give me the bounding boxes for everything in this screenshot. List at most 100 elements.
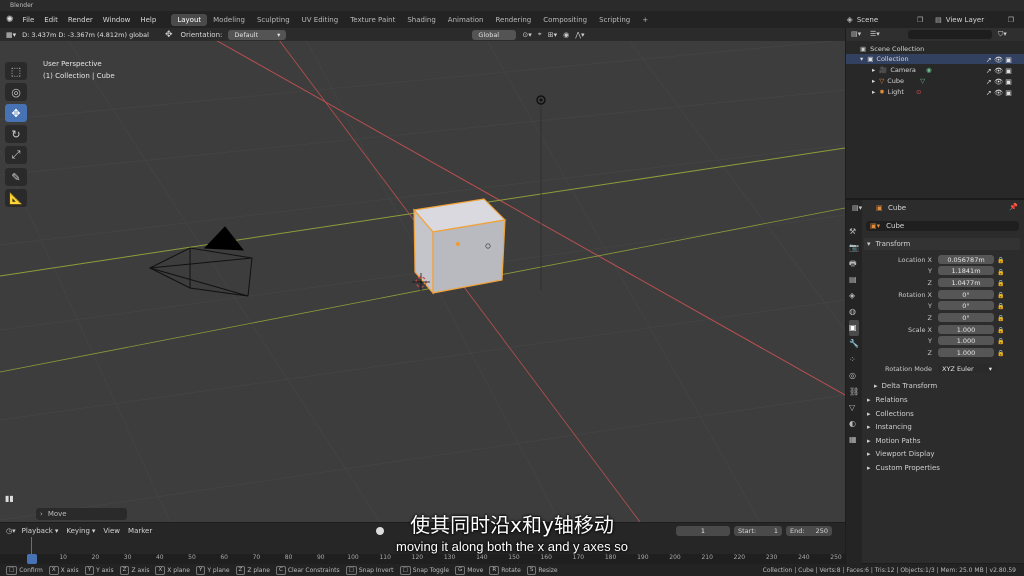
move-tool[interactable]: ✥ (5, 104, 27, 122)
display-mode-icon[interactable]: ▤▾ (851, 30, 861, 38)
new-view-layer-icon[interactable]: ❐ (1008, 16, 1014, 24)
camera-object[interactable] (148, 226, 253, 297)
menu-render[interactable]: Render (63, 16, 98, 24)
filter-icon[interactable]: ⛉▾ (998, 30, 1007, 39)
texture-tab-icon[interactable]: ▦ (849, 432, 859, 448)
constraints-tab-icon[interactable]: ⛓ (849, 384, 859, 400)
outliner-search-input[interactable] (908, 30, 992, 39)
output-tab-icon[interactable]: 🖶 (849, 256, 859, 272)
scene-tab-icon[interactable]: ◈ (849, 288, 859, 304)
snap-settings-icon[interactable]: ⊞▾ (548, 31, 557, 39)
viewport-display-panel[interactable]: ▸ Viewport Display (864, 448, 1020, 460)
restrict-select-icon[interactable]: ➚ 👁 ▣ (986, 88, 1012, 99)
object-name-field[interactable]: ▣▾ Cube (866, 221, 1019, 231)
lock-icon[interactable]: 🔒 (997, 336, 1004, 348)
blender-logo-icon[interactable]: ✺ (0, 15, 18, 25)
light-object[interactable] (536, 95, 546, 290)
collections-panel[interactable]: ▸ Collections (864, 408, 1020, 420)
location-z-field[interactable]: 1.0477m (938, 278, 994, 287)
location-x-field[interactable]: 0.056787m (938, 255, 994, 264)
delta-transform-panel[interactable]: ▸ Delta Transform (874, 380, 1020, 392)
tab-layout[interactable]: Layout (171, 13, 208, 26)
motion-paths-panel[interactable]: ▸ Motion Paths (864, 435, 1020, 447)
lock-icon[interactable]: 🔒 (997, 313, 1004, 325)
outliner-collection[interactable]: ▾ ▣ Collection (860, 55, 909, 63)
lock-icon[interactable]: 🔒 (997, 278, 1004, 290)
lock-column[interactable]: 🔒 🔒 🔒 🔒 🔒 🔒 🔒 🔒 🔒 (997, 255, 1004, 359)
add-workspace-button[interactable]: + (636, 14, 654, 26)
pin-icon[interactable]: 📌 (1009, 203, 1018, 211)
custom-properties-panel[interactable]: ▸ Custom Properties (864, 462, 1020, 474)
physics-tab-icon[interactable]: ◎ (849, 368, 859, 384)
world-tab-icon[interactable]: ◍ (849, 304, 859, 320)
transform-orientation-dropdown[interactable]: Global (472, 29, 517, 40)
snap-icon[interactable]: ⌖ (538, 30, 542, 39)
rotation-y-field[interactable]: 0° (938, 301, 994, 310)
view-layer-selector[interactable]: View Layer (946, 16, 1008, 24)
pivot-point-icon[interactable]: ⊙▾ (522, 31, 531, 39)
menu-window[interactable]: Window (98, 16, 136, 24)
measure-tool[interactable]: 📐 (5, 189, 27, 207)
lock-icon[interactable]: 🔒 (997, 290, 1004, 302)
tab-sculpting[interactable]: Sculpting (251, 14, 296, 26)
scale-x-field[interactable]: 1.000 (938, 325, 994, 334)
outliner-visibility-column[interactable]: ➚ 👁 ▣ ➚ 👁 ▣ ➚ 👁 ▣ ➚ 👁 ▣ (986, 55, 1012, 99)
instancing-panel[interactable]: ▸ Instancing (864, 421, 1020, 433)
lock-icon[interactable]: 🔒 (997, 301, 1004, 313)
outliner-scene-collection[interactable]: ▣ Scene Collection (860, 45, 924, 53)
lock-icon[interactable]: 🔒 (997, 325, 1004, 337)
relations-panel[interactable]: ▸ Relations (864, 394, 1020, 406)
tab-compositing[interactable]: Compositing (537, 14, 593, 26)
properties-tabs[interactable]: ⚒ 📷 🖶 ▤ ◈ ◍ ▣ 🔧 ⁘ ◎ ⛓ ▽ ◐ ▦ (849, 224, 860, 448)
lock-icon[interactable]: 🔒 (997, 255, 1004, 267)
3d-viewport[interactable]: User Perspective (1) Collection | Cube ⬚… (0, 28, 845, 522)
cube-object[interactable] (412, 198, 507, 295)
object-tab-icon[interactable]: ▣ (849, 320, 860, 336)
view-layer-icon[interactable]: ▤ (935, 16, 942, 24)
scale-tool[interactable]: ⤢ (5, 146, 27, 164)
tab-animation[interactable]: Animation (442, 14, 490, 26)
restrict-select-icon[interactable]: ➚ 👁 ▣ (986, 77, 1012, 88)
rotation-x-field[interactable]: 0° (938, 290, 994, 299)
falloff-icon[interactable]: ⋀▾ (575, 31, 584, 39)
move-gizmo-icon[interactable]: ✥ (165, 30, 173, 40)
annotate-tool[interactable]: ✎ (5, 168, 27, 186)
rotation-z-field[interactable]: 0° (938, 313, 994, 322)
material-tab-icon[interactable]: ◐ (849, 416, 859, 432)
tab-rendering[interactable]: Rendering (489, 14, 537, 26)
lock-icon[interactable]: 🔒 (997, 348, 1004, 360)
transform-panel-header[interactable]: ▾ Transform (864, 238, 1020, 250)
scale-y-field[interactable]: 1.000 (938, 336, 994, 345)
rotate-tool[interactable]: ↻ (5, 125, 27, 143)
menu-help[interactable]: Help (135, 16, 161, 24)
tab-scripting[interactable]: Scripting (593, 14, 636, 26)
editor-type-icon[interactable]: ▦▾ (6, 31, 16, 39)
modifier-tab-icon[interactable]: 🔧 (849, 336, 859, 352)
location-y-field[interactable]: 1.1841m (938, 266, 994, 275)
tab-texture-paint[interactable]: Texture Paint (344, 14, 401, 26)
scene-selector[interactable]: Scene (857, 16, 917, 24)
orientation-dropdown[interactable]: Default ▾ (228, 29, 287, 40)
grip-icon[interactable]: ▮▮ (5, 494, 21, 503)
properties-editor-type-icon[interactable]: ▤▾ (852, 204, 862, 212)
filter-type-icon[interactable]: ☰▾ (870, 30, 880, 38)
tool-tab-icon[interactable]: ⚒ (849, 224, 859, 240)
new-scene-icon[interactable]: ❐ (917, 16, 923, 24)
outliner-item-camera[interactable]: ▸ 🎥 Camera ◉ (872, 66, 932, 74)
render-tab-icon[interactable]: 📷 (849, 240, 859, 256)
data-tab-icon[interactable]: ▽ (849, 400, 859, 416)
rotation-mode-dropdown[interactable]: XYZ Euler ▾ (938, 364, 996, 373)
lock-icon[interactable]: 🔒 (997, 267, 1004, 279)
playhead[interactable] (27, 554, 37, 564)
scale-z-field[interactable]: 1.000 (938, 348, 994, 357)
outliner-item-cube[interactable]: ▸ ▽ Cube ▽ (872, 77, 925, 85)
tab-modeling[interactable]: Modeling (207, 14, 251, 26)
view-layer-tab-icon[interactable]: ▤ (849, 272, 859, 288)
restrict-select-icon[interactable]: ➚ 👁 ▣ (986, 66, 1012, 77)
select-box-tool[interactable]: ⬚ (5, 62, 27, 80)
menu-edit[interactable]: Edit (39, 16, 63, 24)
proportional-edit-icon[interactable]: ◉ (563, 31, 569, 39)
outliner[interactable]: ▤▾ ☰▾ ⛉▾ ▣ Scene Collection ▾ ▣ Collection … (846, 28, 1024, 198)
menu-file[interactable]: File (18, 16, 40, 24)
outliner-item-light[interactable]: ▸ ✹ Light ⊙ (872, 88, 921, 96)
